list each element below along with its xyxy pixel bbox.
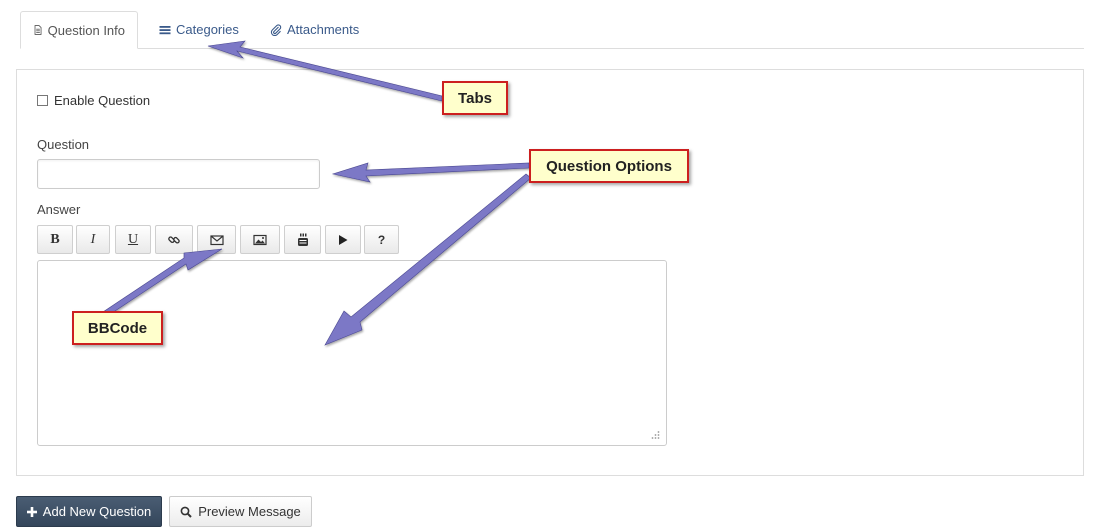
underline-label: U (127, 231, 139, 247)
bbcode-callout-text: BBCode (87, 319, 148, 337)
document-icon (34, 25, 42, 35)
list-icon (159, 25, 171, 34)
bold-button[interactable]: B (37, 225, 73, 254)
add-new-question-label: Add New Question (42, 504, 152, 519)
bbcode-callout: BBCode (72, 311, 163, 345)
tab-attachments[interactable]: Attachments (258, 11, 371, 48)
question-panel: Enable Question Question Answer B I U ? (16, 69, 1084, 476)
paperclip-icon (270, 23, 282, 36)
enable-question-row: Enable Question (37, 93, 150, 108)
question-input[interactable] (37, 159, 320, 189)
tabs-callout: Tabs (442, 81, 508, 115)
bold-label: B (50, 231, 60, 247)
preview-message-label: Preview Message (198, 504, 301, 519)
tab-label: Question Info (47, 22, 125, 38)
tab-question-info[interactable]: Question Info (20, 11, 138, 49)
add-new-question-button[interactable]: Add New Question (16, 496, 162, 527)
italic-button[interactable]: I (76, 225, 110, 254)
youtube-icon (297, 233, 308, 246)
image-icon (253, 234, 267, 245)
help-button[interactable]: ? (364, 225, 399, 254)
play-icon (339, 234, 348, 245)
video-button[interactable] (325, 225, 361, 254)
link-button[interactable] (155, 225, 193, 254)
resize-grip-icon[interactable] (650, 430, 660, 440)
question-options-callout-text: Question Options (546, 157, 672, 175)
plus-icon (26, 506, 37, 517)
enable-question-label: Enable Question (54, 93, 151, 108)
enable-question-checkbox[interactable] (37, 95, 48, 106)
image-button[interactable] (240, 225, 280, 254)
question-options-callout: Question Options (529, 149, 689, 183)
email-button[interactable] (197, 225, 236, 254)
tab-categories[interactable]: Categories (147, 11, 251, 48)
tab-label: Attachments (287, 22, 360, 37)
search-icon (180, 506, 192, 518)
answer-textarea[interactable] (37, 260, 667, 446)
envelope-icon (209, 234, 224, 245)
link-icon (168, 235, 180, 244)
italic-label: I (90, 231, 96, 247)
tab-bar: Question Info Categories Attachments (20, 11, 1084, 49)
tab-label: Categories (176, 22, 239, 37)
help-label: ? (377, 232, 386, 247)
question-label: Question (37, 137, 90, 152)
preview-message-button[interactable]: Preview Message (169, 496, 312, 527)
answer-label: Answer (37, 202, 81, 217)
underline-button[interactable]: U (115, 225, 151, 254)
tabs-callout-text: Tabs (458, 89, 492, 107)
youtube-button[interactable] (284, 225, 321, 254)
